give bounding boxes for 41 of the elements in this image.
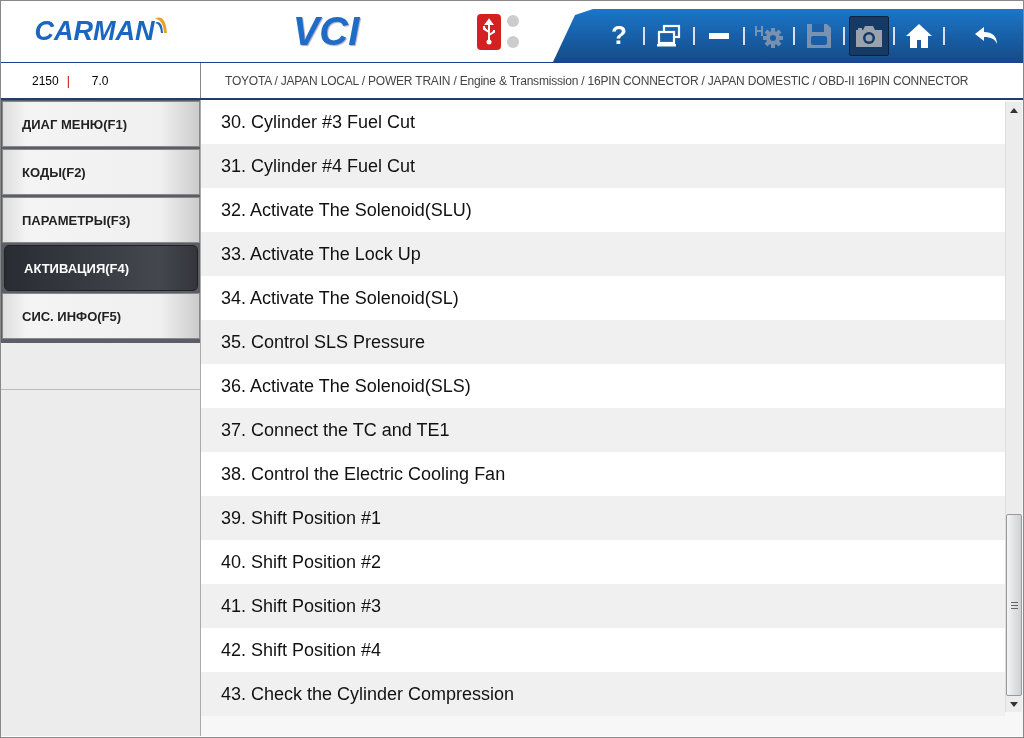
menu-item[interactable]: ДИАГ МЕНЮ(F1) (2, 101, 200, 147)
list-item[interactable]: 32. Activate The Solenoid(SLU) (201, 188, 1005, 232)
scroll-down-icon[interactable] (1010, 701, 1018, 707)
list-item[interactable]: 43. Check the Cylinder Compression (201, 672, 1005, 716)
list-item[interactable]: 30. Cylinder #3 Fuel Cut (201, 100, 1005, 144)
list-item[interactable]: 38. Control the Electric Cooling Fan (201, 452, 1005, 496)
separator: | (66, 73, 70, 88)
logo-arc-icon (155, 15, 168, 35)
minimize-icon (709, 32, 729, 39)
list-item[interactable]: 31. Cylinder #4 Fuel Cut (201, 144, 1005, 188)
list-item[interactable]: 41. Shift Position #3 (201, 584, 1005, 628)
list-item[interactable]: 39. Shift Position #1 (201, 496, 1005, 540)
list-item[interactable]: 37. Connect the TC and TE1 (201, 408, 1005, 452)
windows-icon (656, 23, 682, 48)
breadcrumb: TOYOTA / JAPAN LOCAL / POWER TRAIN / Engine & Transmission / 16PIN CONNECTOR / JAPAN DOMESTIC / OBD-II 16PIN CONNECTOR (224, 72, 969, 90)
usb-icon (477, 13, 501, 50)
menu-item[interactable]: ПАРАМЕТРЫ(F3) (2, 197, 200, 243)
scroll-thumb[interactable] (1006, 514, 1022, 696)
help-button[interactable]: ? (599, 15, 639, 56)
scrollbar[interactable] (1005, 102, 1022, 712)
list-item[interactable]: 42. Shift Position #4 (201, 628, 1005, 672)
scroll-up-icon[interactable] (1010, 107, 1018, 113)
grip-icon (1010, 601, 1018, 609)
list-item[interactable]: 36. Activate The Solenoid(SLS) (201, 364, 1005, 408)
list-item[interactable]: 40. Shift Position #2 (201, 540, 1005, 584)
camera-icon (854, 23, 884, 48)
product-title: VCI (291, 8, 361, 55)
vehicle-code: 2150 (32, 73, 59, 88)
version-number: 7.0 (91, 73, 109, 88)
menu-item[interactable]: КОДЫ(F2) (2, 149, 200, 195)
list-item[interactable]: 35. Control SLS Pressure (201, 320, 1005, 364)
list-item[interactable]: 34. Activate The Solenoid(SL) (201, 276, 1005, 320)
screenshot-button[interactable] (849, 15, 889, 56)
status-light (507, 36, 519, 48)
list-item[interactable]: 33. Activate The Lock Up (201, 232, 1005, 276)
logo-text: CARMAN (34, 16, 155, 47)
menu-item[interactable]: АКТИВАЦИЯ(F4) (4, 245, 198, 291)
status-light (507, 15, 519, 27)
back-arrow-icon (974, 25, 1000, 46)
menu-item[interactable]: СИС. ИНФО(F5) (2, 293, 200, 339)
home-icon (905, 22, 933, 49)
